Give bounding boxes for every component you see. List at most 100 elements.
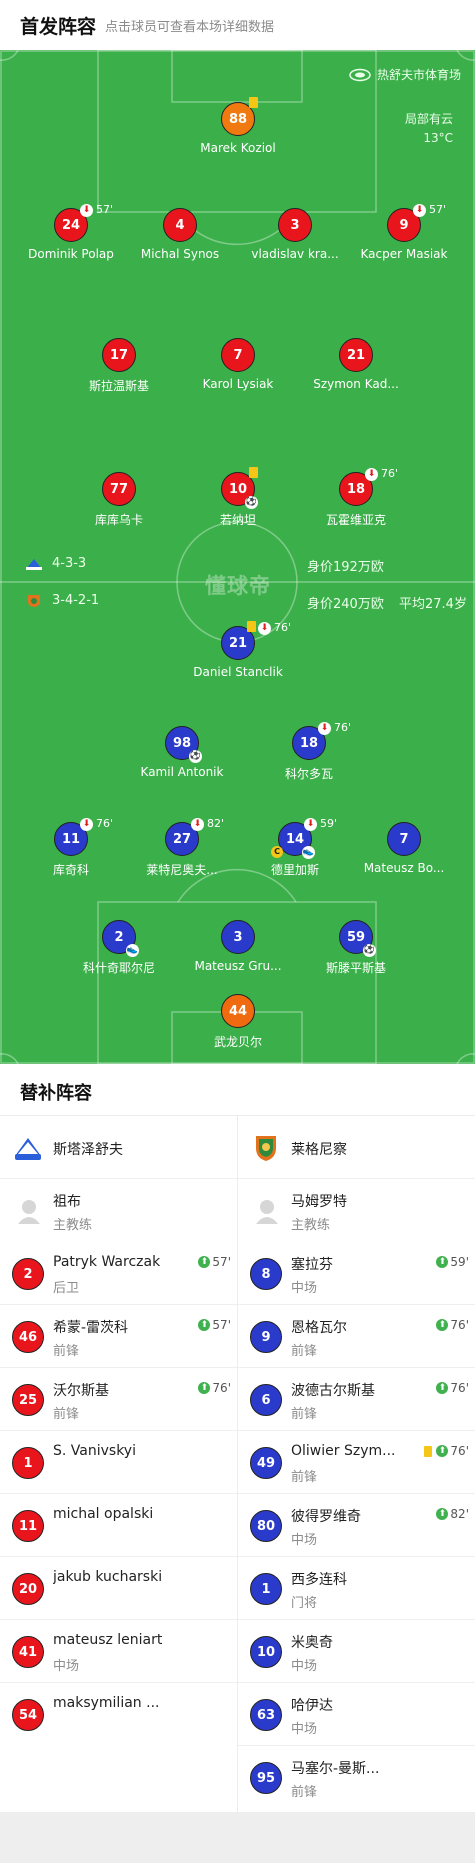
home-coach-row[interactable]: 祖布 主教练 <box>0 1178 237 1241</box>
player-home-18[interactable]: 18 ⬇ 76' 瓦霍维亚克 <box>291 467 421 528</box>
player-away-27[interactable]: 27 ⬇ 82' 莱特尼奥夫... <box>117 817 247 878</box>
player-name: 若纳坦 <box>219 513 256 527</box>
home-sub-row[interactable]: 20 jakub kucharski <box>0 1556 237 1619</box>
player-home-4[interactable]: 4 Michal Synos <box>115 208 245 264</box>
home-market-value: 身价192万欧 <box>307 560 384 575</box>
player-name: 马塞尔-曼斯... <box>291 1761 380 1777</box>
player-name: 西多连科 <box>291 1572 347 1588</box>
away-team-logo-icon <box>28 594 40 607</box>
player-home-7[interactable]: 7 Karol Lysiak <box>173 338 303 394</box>
player-away-44[interactable]: 44 武龙贝尔 <box>173 994 303 1050</box>
sub-in-icon: ⬆ <box>436 1445 449 1457</box>
player-number: 54 <box>12 1699 44 1731</box>
venue-info: 热舒夫市体育场 <box>349 66 461 83</box>
player-home-10[interactable]: 10 ⚽ 若纳坦 <box>173 467 303 528</box>
sub-in-info: ⬆ 76' <box>198 1381 231 1395</box>
home-team-logo-icon <box>26 558 42 570</box>
player-number: 10 <box>250 1636 282 1668</box>
home-sub-row[interactable]: 25 沃尔斯基 前锋 ⬆ 76' <box>0 1367 237 1430</box>
player-away-98[interactable]: 98 ⚽ Kamil Antonik <box>117 726 247 782</box>
player-name: S. Vanivskyi <box>53 1443 136 1459</box>
player-away-2[interactable]: 2 👟 科什奇耶尔尼 <box>54 920 184 976</box>
sub-minute: 76' <box>381 467 399 480</box>
sub-in-icon: ⬆ <box>198 1319 211 1331</box>
player-number: 7 <box>387 822 421 856</box>
away-sub-row[interactable]: 95 马塞尔-曼斯... 前锋 <box>238 1745 475 1808</box>
home-sub-row[interactable]: 46 希蒙-雷茨科 前锋 ⬆ 57' <box>0 1304 237 1367</box>
away-formation: 3-4-2-1 <box>24 593 99 608</box>
away-team-header[interactable]: 莱格尼察 <box>238 1116 475 1178</box>
assist-shoe-icon: 👟 <box>126 944 139 957</box>
player-home-9[interactable]: 9 ⬇ 57' Kacper Masiak <box>339 203 469 264</box>
player-home-17[interactable]: 17 斯拉温斯基 <box>54 338 184 394</box>
away-team-name: 莱格尼察 <box>291 1142 347 1158</box>
home-formation-text: 4-3-3 <box>52 556 87 571</box>
home-sub-row[interactable]: 1 S. Vanivskyi <box>0 1430 237 1493</box>
player-home-21[interactable]: 21 Szymon Kad... <box>291 338 421 394</box>
away-coach-row[interactable]: 马姆罗特 主教练 <box>238 1178 475 1241</box>
player-name: 希蒙-雷茨科 <box>53 1320 129 1336</box>
home-team-logo-icon <box>15 1138 41 1160</box>
away-sub-row[interactable]: 1 西多连科 门将 <box>238 1556 475 1619</box>
player-number: 80 <box>250 1510 282 1542</box>
home-team-name: 斯塔泽舒夫 <box>53 1142 123 1158</box>
away-sub-row[interactable]: 49 Oliwier Szym... 前锋 ⬆ 76' <box>238 1430 475 1493</box>
player-position: 前锋 <box>291 1344 318 1359</box>
player-name: Mateusz Bo... <box>363 861 445 875</box>
player-name: 塞拉芬 <box>291 1257 333 1273</box>
player-away-7[interactable]: 7 Mateusz Bo... <box>339 822 469 878</box>
player-name: 彼得罗维奇 <box>291 1509 361 1525</box>
away-market-value: 身价240万欧 <box>307 597 384 612</box>
sub-in-icon: ⬆ <box>436 1382 449 1394</box>
player-name: 哈伊达 <box>291 1698 333 1714</box>
home-sub-row[interactable]: 11 michal opalski <box>0 1493 237 1556</box>
player-away-3[interactable]: 3 Mateusz Gru... <box>173 920 303 976</box>
sub-minute: 57' <box>429 203 447 216</box>
away-sub-row[interactable]: 63 哈伊达 中场 <box>238 1682 475 1745</box>
player-name: Szymon Kad... <box>313 377 399 391</box>
player-number: 8 <box>250 1258 282 1290</box>
player-name: mateusz leniart <box>53 1632 163 1648</box>
player-name: Marek Koziol <box>200 141 276 155</box>
player-number: 46 <box>12 1321 44 1353</box>
sub-in-icon: ⬆ <box>436 1256 449 1268</box>
player-position: 中场 <box>53 1659 80 1674</box>
sub-minute: 76' <box>96 817 114 830</box>
player-number: 1 <box>12 1447 44 1479</box>
home-sub-row[interactable]: 2 Patryk Warczak 后卫 ⬆ 57' <box>0 1241 237 1304</box>
home-team-header[interactable]: 斯塔泽舒夫 <box>0 1116 237 1178</box>
home-sub-row[interactable]: 54 maksymilian ... <box>0 1682 237 1745</box>
sub-in-info: ⬆ 76' <box>424 1444 469 1458</box>
player-away-59[interactable]: 59 ⚽ 斯滕平斯基 <box>291 920 421 976</box>
weather-info: 局部有云 13°C <box>405 110 453 148</box>
player-home-88[interactable]: 88 Marek Koziol <box>173 97 303 158</box>
player-position: 中场 <box>291 1533 318 1548</box>
player-number: 49 <box>250 1447 282 1479</box>
player-position: 门将 <box>291 1596 318 1611</box>
player-away-21[interactable]: 21 ⬇ 76' Daniel Stanclik <box>173 621 303 682</box>
player-name: 斯滕平斯基 <box>325 961 386 975</box>
player-number: 25 <box>12 1384 44 1416</box>
away-sub-row[interactable]: 10 米奥奇 中场 <box>238 1619 475 1682</box>
player-number: 11 <box>12 1510 44 1542</box>
player-number: 41 <box>12 1636 44 1668</box>
away-sub-row[interactable]: 8 塞拉芬 中场 ⬆ 59' <box>238 1241 475 1304</box>
player-number: 1 <box>250 1573 282 1605</box>
away-sub-row[interactable]: 6 波德古尔斯基 前锋 ⬆ 76' <box>238 1367 475 1430</box>
player-away-18[interactable]: 18 ⬇ 76' 科尔多瓦 <box>244 721 374 782</box>
coach-avatar-icon <box>18 1200 40 1224</box>
away-sub-row[interactable]: 80 彼得罗维奇 中场 ⬆ 82' <box>238 1493 475 1556</box>
player-position: 前锋 <box>53 1344 80 1359</box>
player-name: 武龙贝尔 <box>213 1035 262 1049</box>
player-position: 中场 <box>291 1659 318 1674</box>
player-home-77[interactable]: 77 库库乌卡 <box>54 472 184 528</box>
sub-out-icon: ⬇ <box>365 468 378 481</box>
away-sub-row[interactable]: 9 恩格瓦尔 前锋 ⬆ 76' <box>238 1304 475 1367</box>
player-number: 9 <box>250 1321 282 1353</box>
player-name: Mateusz Gru... <box>194 959 282 973</box>
yellow-card-icon <box>249 97 258 108</box>
home-sub-row[interactable]: 41 mateusz leniart 中场 <box>0 1619 237 1682</box>
player-name: Karol Lysiak <box>202 377 274 391</box>
sub-out-icon: ⬇ <box>413 204 426 217</box>
stadium-icon <box>349 68 371 81</box>
